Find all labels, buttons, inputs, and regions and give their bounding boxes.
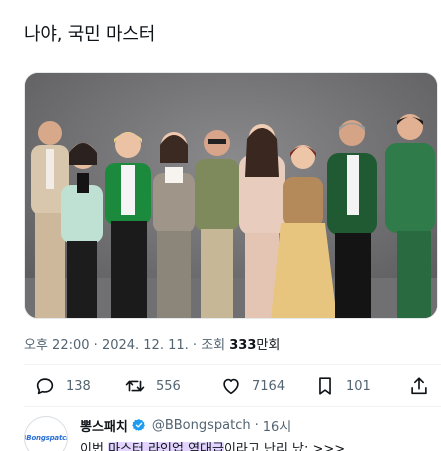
reply-author-handle[interactable]: @BBongspatch <box>152 418 251 433</box>
divider <box>24 364 441 365</box>
views-unit: 만회 <box>256 338 281 353</box>
share-icon <box>411 377 427 395</box>
group-photo-image <box>25 73 437 318</box>
reply-text-highlight: 마스터 라인업 역대급 <box>108 442 224 451</box>
tweet-time[interactable]: 오후 22:00 <box>24 338 90 353</box>
reply-icon <box>36 378 54 395</box>
reply-tweet[interactable]: BBongspatch 뽕스패치 @BBongspatch · 16시 이번 마… <box>24 416 441 451</box>
views-count: 333 <box>229 338 257 353</box>
share-button[interactable] <box>408 372 430 400</box>
divider <box>24 406 441 407</box>
verified-icon <box>132 419 145 431</box>
reply-count: 138 <box>66 378 91 394</box>
retweet-button[interactable]: 556 <box>124 372 181 400</box>
reply-header: 뽕스패치 @BBongspatch · 16시 <box>80 416 292 435</box>
bookmark-button[interactable]: 101 <box>314 372 371 400</box>
reply-text-post: 이라고 난리 났; >>> <box>223 442 346 451</box>
avatar[interactable]: BBongspatch <box>24 416 68 451</box>
like-icon <box>223 378 239 395</box>
tweet-text: 나야, 국민 마스터 <box>24 24 156 45</box>
bookmark-count: 101 <box>346 378 371 394</box>
retweet-count: 556 <box>156 378 181 394</box>
tweet-date[interactable]: 2024. 12. 11. <box>102 338 189 353</box>
tweet-meta: 오후 22:00 · 2024. 12. 11. · 조회 333만회 <box>24 337 280 355</box>
views-label: 조회 <box>201 338 230 353</box>
tweet-detail: 나야, 국민 마스터 오후 22:00 · 2024. 12. 11. · 조회… <box>0 0 441 451</box>
like-button[interactable]: 7164 <box>220 372 285 400</box>
meta-separator: · <box>89 338 102 353</box>
meta-separator: · <box>254 417 259 433</box>
reply-button[interactable]: 138 <box>34 372 91 400</box>
avatar-logo: BBongspatch <box>25 434 67 442</box>
tweet-photo[interactable] <box>24 72 438 319</box>
tweet-actions: 138 556 7164 101 <box>24 372 434 400</box>
meta-separator: · <box>188 338 202 353</box>
reply-time[interactable]: 16시 <box>263 416 292 435</box>
retweet-icon <box>125 380 145 392</box>
bookmark-icon <box>319 377 331 395</box>
reply-text-pre: 이번 <box>80 442 109 451</box>
reply-text: 이번 마스터 라인업 역대급이라고 난리 났; >>> <box>80 438 345 451</box>
like-count: 7164 <box>252 378 286 394</box>
reply-author-name[interactable]: 뽕스패치 <box>80 416 128 435</box>
